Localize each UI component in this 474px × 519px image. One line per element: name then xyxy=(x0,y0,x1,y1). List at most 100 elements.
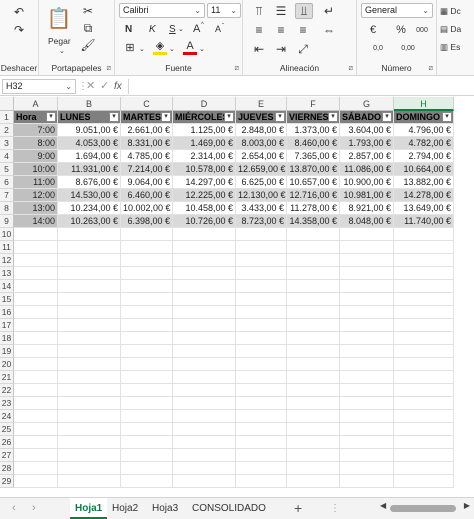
merge-cells-icon[interactable]: ⇔ xyxy=(321,23,337,37)
empty-cell[interactable] xyxy=(121,345,173,358)
value-cell[interactable]: 2.794,00 € xyxy=(394,150,454,163)
empty-cell[interactable] xyxy=(340,306,394,319)
empty-cell[interactable] xyxy=(173,306,236,319)
sheet-tab[interactable]: Hoja1 xyxy=(70,498,108,519)
empty-cell[interactable] xyxy=(121,254,173,267)
empty-cell[interactable] xyxy=(394,241,454,254)
empty-cell[interactable] xyxy=(287,384,340,397)
paste-icon[interactable]: 📋 xyxy=(47,5,72,33)
empty-cell[interactable] xyxy=(121,228,173,241)
italic-button[interactable]: K xyxy=(149,24,156,35)
value-cell[interactable]: 1.373,00 € xyxy=(287,124,340,137)
align-middle-icon[interactable]: ☰ xyxy=(273,4,289,18)
empty-cell[interactable] xyxy=(340,254,394,267)
empty-cell[interactable] xyxy=(58,332,121,345)
empty-cell[interactable] xyxy=(287,423,340,436)
empty-cell[interactable] xyxy=(58,228,121,241)
empty-cell[interactable] xyxy=(287,358,340,371)
empty-cell[interactable] xyxy=(340,384,394,397)
value-cell[interactable]: 10.657,00 € xyxy=(287,176,340,189)
empty-cell[interactable] xyxy=(14,462,58,475)
empty-cell[interactable] xyxy=(394,280,454,293)
empty-cell[interactable] xyxy=(58,475,121,488)
empty-cell[interactable] xyxy=(121,371,173,384)
empty-cell[interactable] xyxy=(394,423,454,436)
empty-cell[interactable] xyxy=(173,293,236,306)
empty-cell[interactable] xyxy=(236,358,287,371)
value-cell[interactable]: 4.785,00 € xyxy=(121,150,173,163)
empty-cell[interactable] xyxy=(121,475,173,488)
empty-cell[interactable] xyxy=(394,475,454,488)
empty-cell[interactable] xyxy=(58,254,121,267)
row-header-21[interactable]: 21 xyxy=(0,371,14,384)
number-launcher-icon[interactable]: ⧄ xyxy=(429,65,433,73)
font-color-dropdown-chevron[interactable]: ⌄ xyxy=(199,45,205,53)
empty-cell[interactable] xyxy=(14,280,58,293)
empty-cell[interactable] xyxy=(173,384,236,397)
sheet-tab[interactable]: CONSOLIDADO xyxy=(192,498,266,519)
empty-cell[interactable] xyxy=(340,293,394,306)
empty-cell[interactable] xyxy=(58,306,121,319)
hour-cell[interactable]: 9:00 xyxy=(14,150,58,163)
font-launcher-icon[interactable]: ⧄ xyxy=(235,65,239,73)
hour-cell[interactable]: 12:00 xyxy=(14,189,58,202)
value-cell[interactable]: 8.723,00 € xyxy=(236,215,287,228)
copy-icon[interactable]: ⧉ xyxy=(81,21,95,35)
hour-cell[interactable]: 7:00 xyxy=(14,124,58,137)
empty-cell[interactable] xyxy=(340,449,394,462)
empty-cell[interactable] xyxy=(14,384,58,397)
empty-cell[interactable] xyxy=(173,423,236,436)
empty-cell[interactable] xyxy=(340,345,394,358)
empty-cell[interactable] xyxy=(394,332,454,345)
value-cell[interactable]: 8.048,00 € xyxy=(340,215,394,228)
value-cell[interactable]: 10.458,00 € xyxy=(173,202,236,215)
underline-button[interactable]: S xyxy=(169,24,176,35)
empty-cell[interactable] xyxy=(58,436,121,449)
empty-cell[interactable] xyxy=(287,475,340,488)
column-header-b[interactable]: B xyxy=(58,97,121,111)
align-right-icon[interactable]: ≡ xyxy=(295,23,311,37)
empty-cell[interactable] xyxy=(236,332,287,345)
enter-icon[interactable]: ✓ xyxy=(100,79,109,94)
value-cell[interactable]: 1.793,00 € xyxy=(340,137,394,150)
hour-cell[interactable]: 14:00 xyxy=(14,215,58,228)
empty-cell[interactable] xyxy=(236,410,287,423)
value-cell[interactable]: 2.661,00 € xyxy=(121,124,173,137)
column-header-g[interactable]: G xyxy=(340,97,394,111)
empty-cell[interactable] xyxy=(236,436,287,449)
empty-cell[interactable] xyxy=(121,384,173,397)
empty-cell[interactable] xyxy=(58,423,121,436)
empty-cell[interactable] xyxy=(394,306,454,319)
filter-dropdown-icon[interactable]: ▾ xyxy=(161,112,171,122)
value-cell[interactable]: 14.278,00 € xyxy=(394,189,454,202)
value-cell[interactable]: 12.225,00 € xyxy=(173,189,236,202)
empty-cell[interactable] xyxy=(14,254,58,267)
empty-cell[interactable] xyxy=(287,306,340,319)
empty-cell[interactable] xyxy=(287,436,340,449)
value-cell[interactable]: 6.398,00 € xyxy=(121,215,173,228)
empty-cell[interactable] xyxy=(287,371,340,384)
empty-cell[interactable] xyxy=(394,319,454,332)
row-header-9[interactable]: 9 xyxy=(0,215,14,228)
table-header-cell[interactable]: LUNES ▾ xyxy=(58,111,121,124)
decrease-decimal-icon[interactable]: 0,00 xyxy=(397,41,419,55)
empty-cell[interactable] xyxy=(340,462,394,475)
prev-sheet-icon[interactable]: ‹ xyxy=(12,498,16,519)
row-header-4[interactable]: 4 xyxy=(0,150,14,163)
value-cell[interactable]: 11.740,00 € xyxy=(394,215,454,228)
value-cell[interactable]: 10.002,00 € xyxy=(121,202,173,215)
number-format-select[interactable]: General ⌄ xyxy=(361,3,433,18)
select-all-corner[interactable] xyxy=(0,97,14,111)
table-header-cell[interactable]: VIERNES ▾ xyxy=(287,111,340,124)
font-name-select[interactable]: Calibri ⌄ xyxy=(119,3,205,18)
filter-dropdown-icon[interactable]: ▾ xyxy=(328,112,338,122)
empty-cell[interactable] xyxy=(58,462,121,475)
row-header-13[interactable]: 13 xyxy=(0,267,14,280)
thousands-icon[interactable]: 000 xyxy=(413,22,431,38)
sheet-tab[interactable]: Hoja3 xyxy=(152,498,178,519)
value-cell[interactable]: 6.460,00 € xyxy=(121,189,173,202)
value-cell[interactable]: 12.659,00 € xyxy=(236,163,287,176)
empty-cell[interactable] xyxy=(394,293,454,306)
format-painter-icon[interactable]: 🖌 xyxy=(80,38,95,52)
value-cell[interactable]: 9.051,00 € xyxy=(58,124,121,137)
